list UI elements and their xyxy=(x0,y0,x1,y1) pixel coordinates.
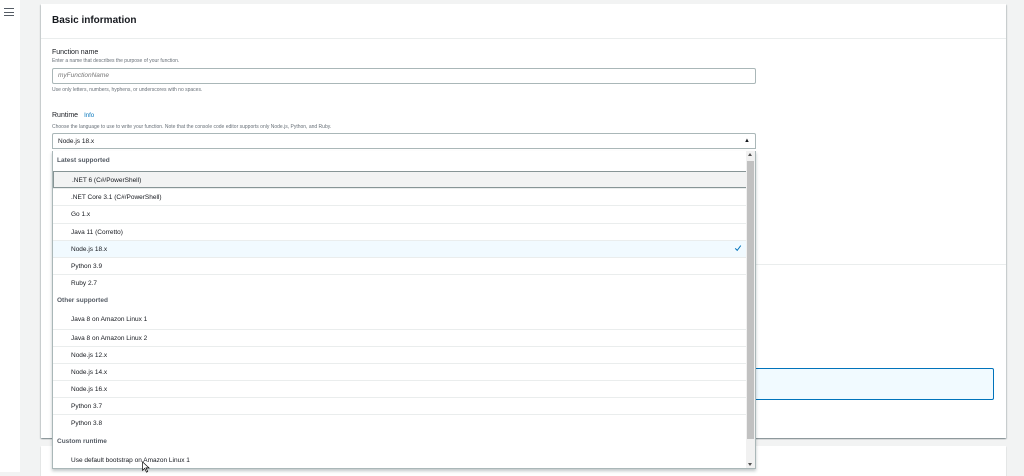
function-name-label: Function name xyxy=(52,49,99,56)
runtime-option-label: Ruby 2.7 xyxy=(71,280,98,288)
caret-up-icon: ▲ xyxy=(744,137,750,144)
runtime-option-label: Use default bootstrap on Amazon Linux 1 xyxy=(71,456,190,464)
runtime-option[interactable]: Node.js 12.x xyxy=(53,345,748,363)
panel-header: Basic information xyxy=(41,4,1006,39)
runtime-option[interactable]: .NET Core 3.1 (C#/PowerShell) xyxy=(53,188,748,205)
runtime-option-label: Python 3.8 xyxy=(71,420,103,428)
runtime-option[interactable]: Node.js 16.x xyxy=(53,380,748,397)
runtime-option-label: Python 3.9 xyxy=(71,262,103,270)
mouse-cursor-icon xyxy=(142,461,150,473)
runtime-option[interactable]: .NET 6 (C#/PowerShell) xyxy=(53,171,748,189)
runtime-option[interactable]: Python 3.7 xyxy=(53,397,748,414)
runtime-label-row: Runtime Info xyxy=(52,104,757,122)
runtime-option[interactable]: Java 8 on Amazon Linux 1 xyxy=(53,311,748,328)
runtime-option[interactable]: Java 11 (Corretto) xyxy=(53,222,748,240)
option-group-header: Other supported xyxy=(57,297,108,305)
function-name-description: Enter a name that describes the purpose … xyxy=(52,58,180,64)
checkmark-icon xyxy=(734,245,742,251)
runtime-option-label: Node.js 14.x xyxy=(71,368,108,376)
runtime-option-label: Node.js 18.x xyxy=(71,245,108,253)
runtime-description: Choose the language to use to write your… xyxy=(52,123,332,130)
panel-title: Basic information xyxy=(52,15,137,26)
function-name-constraint: Use only letters, numbers, hyphens, or u… xyxy=(52,86,203,93)
runtime-option[interactable]: Go 1.x xyxy=(53,205,748,222)
runtime-option[interactable]: Use default bootstrap on Amazon Linux 1 xyxy=(53,452,748,468)
function-name-input[interactable] xyxy=(52,67,756,84)
scroll-up-icon[interactable] xyxy=(748,153,752,156)
runtime-option-label: .NET Core 3.1 (C#/PowerShell) xyxy=(71,194,162,202)
dropdown-scrollbar[interactable] xyxy=(746,151,755,468)
runtime-option-label: Node.js 12.x xyxy=(71,351,108,359)
runtime-option[interactable]: Ruby 2.7 xyxy=(53,274,748,291)
runtime-option[interactable]: Node.js 18.x xyxy=(53,239,748,257)
runtime-option-label: Java 8 on Amazon Linux 2 xyxy=(71,334,148,342)
runtime-option[interactable]: Python 3.8 xyxy=(53,414,748,431)
section-divider xyxy=(748,264,1006,265)
function-form: Function name Enter a name that describe… xyxy=(52,49,757,149)
info-box xyxy=(748,368,994,400)
scroll-down-icon[interactable] xyxy=(748,463,752,466)
menu-icon[interactable] xyxy=(4,8,14,16)
runtime-option-label: Java 8 on Amazon Linux 1 xyxy=(71,316,148,324)
runtime-label: Runtime xyxy=(52,111,79,119)
scroll-thumb[interactable] xyxy=(747,161,754,439)
option-group-header: Custom runtime xyxy=(57,437,107,445)
runtime-option-label: Java 11 (Corretto) xyxy=(71,228,123,236)
runtime-option-label: Python 3.7 xyxy=(71,403,103,411)
runtime-select[interactable]: Node.js 18.x ▲ xyxy=(52,132,756,149)
option-group-header: Latest supported xyxy=(57,157,110,164)
runtime-option[interactable]: Python 3.9 xyxy=(53,256,748,274)
runtime-option-label: Go 1.x xyxy=(71,211,91,219)
left-nav-rail xyxy=(0,0,20,472)
runtime-options-list: Latest supported .NET 6 (C#/PowerShell) .N… xyxy=(53,151,748,468)
runtime-dropdown: Latest supported .NET 6 (C#/PowerShell) .N… xyxy=(52,151,756,469)
runtime-selected-value: Node.js 18.x xyxy=(58,137,95,145)
runtime-option[interactable]: Node.js 14.x xyxy=(53,362,748,380)
runtime-option[interactable]: Java 8 on Amazon Linux 2 xyxy=(53,328,748,346)
runtime-option-label: Node.js 16.x xyxy=(71,386,108,394)
runtime-option-label: .NET 6 (C#/PowerShell) xyxy=(72,177,142,184)
runtime-info-link[interactable]: Info xyxy=(84,113,94,119)
